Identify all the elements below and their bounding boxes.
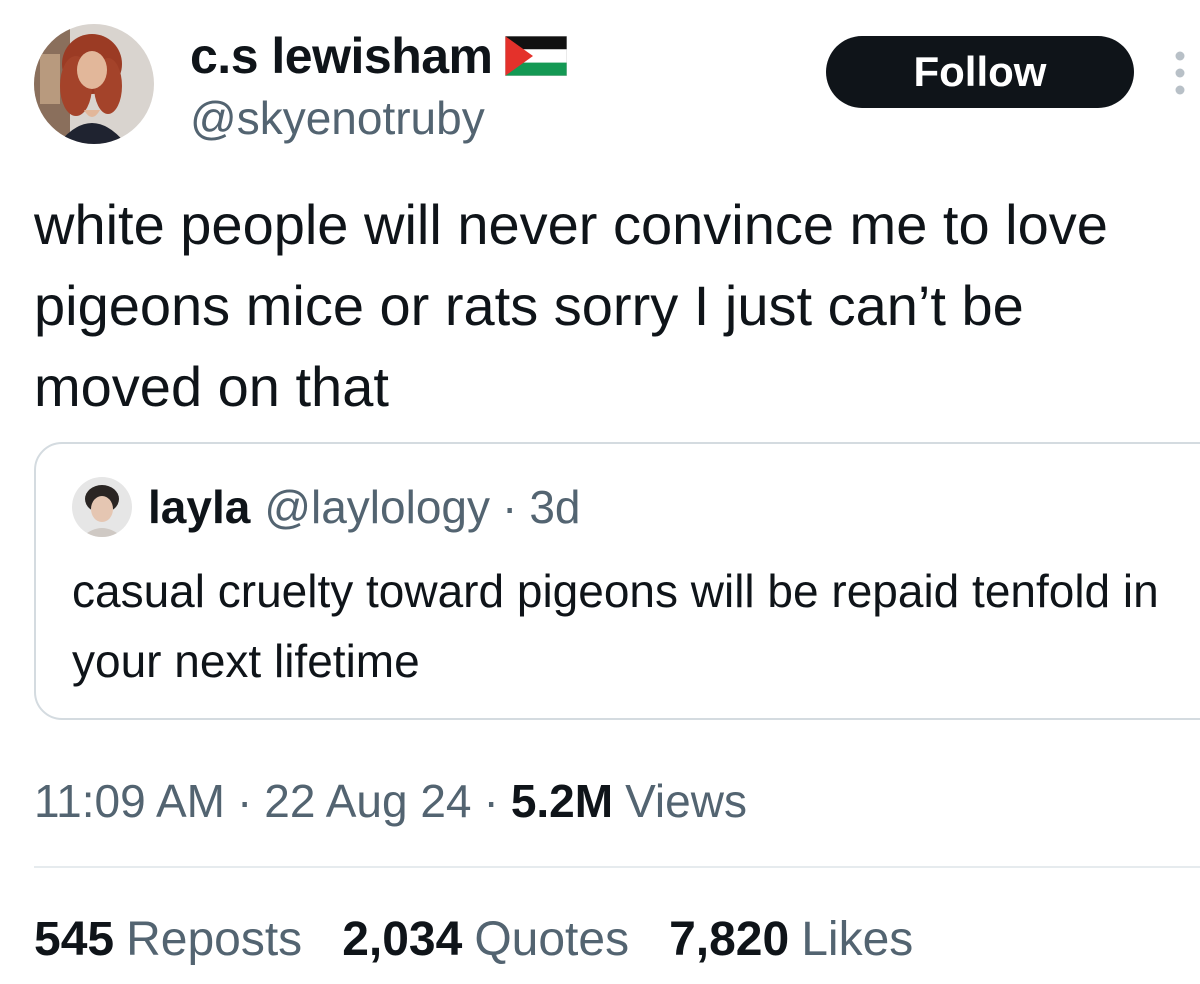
quote-header: layla @laylology · 3d [148, 476, 581, 538]
reposts-count: 545 [34, 912, 115, 966]
tweet-meta: 11:09 AM · 22 Aug 24 · 5.2M Views [34, 770, 747, 832]
author-handle[interactable]: @skyenotruby [190, 88, 485, 148]
engagement-stats: 545 Reposts 2,034 Quotes 7,820 Likes [34, 906, 953, 972]
meta-separator: · [236, 775, 253, 827]
reposts-stat[interactable]: 545 Reposts [34, 912, 302, 967]
quotes-label: Quotes [474, 912, 630, 966]
quote-handle[interactable]: @laylology [264, 480, 490, 534]
reposts-label: Reposts [126, 912, 303, 966]
author-avatar[interactable] [34, 24, 154, 144]
author-name-row: c.s lewisham [190, 26, 567, 86]
author-display-name[interactable]: c.s lewisham [190, 26, 493, 86]
likes-label: Likes [801, 912, 914, 966]
likes-stat[interactable]: 7,820 Likes [669, 912, 913, 967]
tweet-date[interactable]: 22 Aug 24 [264, 774, 471, 828]
likes-count: 7,820 [669, 912, 790, 966]
quote-text: casual cruelty toward pigeons will be re… [72, 565, 1159, 687]
quote-profile-photo [72, 477, 132, 537]
quotes-stat[interactable]: 2,034 Quotes [342, 912, 629, 967]
profile-photo [34, 24, 154, 144]
meta-separator: · [483, 775, 499, 827]
palestine-flag-icon [504, 36, 567, 76]
views-label: Views [625, 775, 747, 827]
more-options-icon[interactable] [1168, 50, 1192, 96]
quotes-count: 2,034 [342, 912, 463, 966]
views-count: 5.2M [510, 775, 614, 827]
quote-avatar [72, 477, 132, 537]
tweet-time[interactable]: 11:09 AM [34, 774, 225, 828]
quote-time[interactable]: 3d [529, 480, 580, 534]
quote-separator: · [502, 481, 518, 533]
tweet-text: white people will never convince me to l… [34, 193, 1108, 418]
follow-button[interactable]: Follow [826, 36, 1134, 108]
quoted-tweet-card[interactable]: layla @laylology · 3d casual cruelty tow… [34, 442, 1200, 720]
quote-display-name[interactable]: layla [148, 480, 250, 534]
divider [34, 866, 1200, 868]
